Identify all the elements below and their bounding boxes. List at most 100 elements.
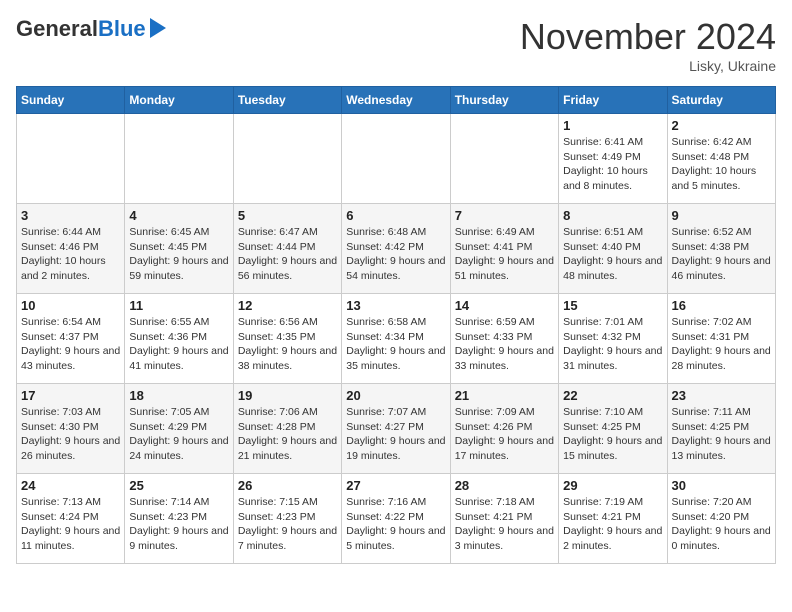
page-header: General Blue November 2024 Lisky, Ukrain… <box>16 16 776 74</box>
calendar-cell: 13 Sunrise: 6:58 AMSunset: 4:34 PMDayligh… <box>342 294 450 384</box>
calendar-cell: 29Sunrise: 7:19 AMSunset: 4:21 PMDayligh… <box>559 474 667 564</box>
calendar-cell: 21 Sunrise: 7:09 AMSunset: 4:26 PMDayligh… <box>450 384 558 474</box>
calendar-header-wednesday: Wednesday <box>342 87 450 114</box>
day-info: Sunrise: 6:55 AMSunset: 4:36 PMDaylight:… <box>129 315 228 374</box>
calendar-cell: 14Sunrise: 6:59 AMSunset: 4:33 PMDayligh… <box>450 294 558 384</box>
day-number: 4 <box>129 208 228 223</box>
calendar-table: SundayMondayTuesdayWednesdayThursdayFrid… <box>16 86 776 564</box>
calendar-header-tuesday: Tuesday <box>233 87 341 114</box>
day-info: Sunrise: 6:44 AMSunset: 4:46 PMDaylight:… <box>21 225 120 284</box>
logo-arrow-icon <box>150 18 166 38</box>
day-info: Sunrise: 6:41 AMSunset: 4:49 PMDaylight:… <box>563 135 662 194</box>
calendar-cell: 10 Sunrise: 6:54 AMSunset: 4:37 PMDayligh… <box>17 294 125 384</box>
location-label: Lisky, Ukraine <box>520 58 776 74</box>
day-info: Sunrise: 6:47 AMSunset: 4:44 PMDaylight:… <box>238 225 337 284</box>
day-info: Sunrise: 7:07 AMSunset: 4:27 PMDaylight:… <box>346 405 445 464</box>
calendar-cell: 20 Sunrise: 7:07 AMSunset: 4:27 PMDayligh… <box>342 384 450 474</box>
day-info: Sunrise: 7:01 AMSunset: 4:32 PMDaylight:… <box>563 315 662 374</box>
day-number: 13 <box>346 298 445 313</box>
calendar-cell: 15 Sunrise: 7:01 AMSunset: 4:32 PMDayligh… <box>559 294 667 384</box>
month-year-title: November 2024 <box>520 16 776 58</box>
calendar-cell: 27 Sunrise: 7:16 AMSunset: 4:22 PMDayligh… <box>342 474 450 564</box>
calendar-cell: 25 Sunrise: 7:14 AMSunset: 4:23 PMDayligh… <box>125 474 233 564</box>
day-number: 19 <box>238 388 337 403</box>
day-info: Sunrise: 7:20 AMSunset: 4:20 PMDaylight:… <box>672 495 771 554</box>
day-info: Sunrise: 7:16 AMSunset: 4:22 PMDaylight:… <box>346 495 445 554</box>
calendar-header-thursday: Thursday <box>450 87 558 114</box>
calendar-cell <box>233 114 341 204</box>
day-info: Sunrise: 7:19 AMSunset: 4:21 PMDaylight:… <box>563 495 662 554</box>
day-number: 25 <box>129 478 228 493</box>
calendar-cell: 19 Sunrise: 7:06 AMSunset: 4:28 PMDayligh… <box>233 384 341 474</box>
day-number: 20 <box>346 388 445 403</box>
title-area: November 2024 Lisky, Ukraine <box>520 16 776 74</box>
calendar-header-monday: Monday <box>125 87 233 114</box>
calendar-week-row: 3 Sunrise: 6:44 AMSunset: 4:46 PMDaylight… <box>17 204 776 294</box>
day-info: Sunrise: 6:42 AMSunset: 4:48 PMDaylight:… <box>672 135 771 194</box>
day-info: Sunrise: 7:18 AMSunset: 4:21 PMDaylight:… <box>455 495 554 554</box>
day-info: Sunrise: 6:58 AMSunset: 4:34 PMDaylight:… <box>346 315 445 374</box>
day-number: 7 <box>455 208 554 223</box>
day-info: Sunrise: 6:48 AMSunset: 4:42 PMDaylight:… <box>346 225 445 284</box>
calendar-cell: 5 Sunrise: 6:47 AMSunset: 4:44 PMDaylight… <box>233 204 341 294</box>
calendar-cell: 17Sunrise: 7:03 AMSunset: 4:30 PMDayligh… <box>17 384 125 474</box>
calendar-week-row: 1 Sunrise: 6:41 AMSunset: 4:49 PMDaylight… <box>17 114 776 204</box>
calendar-header-saturday: Saturday <box>667 87 775 114</box>
calendar-week-row: 17Sunrise: 7:03 AMSunset: 4:30 PMDayligh… <box>17 384 776 474</box>
day-number: 9 <box>672 208 771 223</box>
calendar-cell: 11 Sunrise: 6:55 AMSunset: 4:36 PMDayligh… <box>125 294 233 384</box>
day-info: Sunrise: 7:14 AMSunset: 4:23 PMDaylight:… <box>129 495 228 554</box>
day-number: 27 <box>346 478 445 493</box>
day-info: Sunrise: 6:49 AMSunset: 4:41 PMDaylight:… <box>455 225 554 284</box>
calendar-header-row: SundayMondayTuesdayWednesdayThursdayFrid… <box>17 87 776 114</box>
calendar-cell: 1 Sunrise: 6:41 AMSunset: 4:49 PMDaylight… <box>559 114 667 204</box>
calendar-cell <box>450 114 558 204</box>
day-info: Sunrise: 7:05 AMSunset: 4:29 PMDaylight:… <box>129 405 228 464</box>
day-number: 14 <box>455 298 554 313</box>
day-number: 26 <box>238 478 337 493</box>
calendar-cell <box>17 114 125 204</box>
day-number: 28 <box>455 478 554 493</box>
calendar-cell: 3 Sunrise: 6:44 AMSunset: 4:46 PMDaylight… <box>17 204 125 294</box>
calendar-cell: 18Sunrise: 7:05 AMSunset: 4:29 PMDayligh… <box>125 384 233 474</box>
day-number: 1 <box>563 118 662 133</box>
calendar-cell: 4Sunrise: 6:45 AMSunset: 4:45 PMDaylight… <box>125 204 233 294</box>
day-info: Sunrise: 7:13 AMSunset: 4:24 PMDaylight:… <box>21 495 120 554</box>
day-number: 3 <box>21 208 120 223</box>
calendar-header-friday: Friday <box>559 87 667 114</box>
day-number: 11 <box>129 298 228 313</box>
calendar-cell: 8Sunrise: 6:51 AMSunset: 4:40 PMDaylight… <box>559 204 667 294</box>
calendar-cell: 26 Sunrise: 7:15 AMSunset: 4:23 PMDayligh… <box>233 474 341 564</box>
day-number: 6 <box>346 208 445 223</box>
day-info: Sunrise: 7:06 AMSunset: 4:28 PMDaylight:… <box>238 405 337 464</box>
day-info: Sunrise: 6:54 AMSunset: 4:37 PMDaylight:… <box>21 315 120 374</box>
day-number: 23 <box>672 388 771 403</box>
calendar-cell: 12 Sunrise: 6:56 AMSunset: 4:35 PMDayligh… <box>233 294 341 384</box>
calendar-week-row: 10 Sunrise: 6:54 AMSunset: 4:37 PMDayligh… <box>17 294 776 384</box>
day-number: 21 <box>455 388 554 403</box>
day-info: Sunrise: 7:15 AMSunset: 4:23 PMDaylight:… <box>238 495 337 554</box>
day-info: Sunrise: 6:56 AMSunset: 4:35 PMDaylight:… <box>238 315 337 374</box>
day-number: 5 <box>238 208 337 223</box>
day-number: 30 <box>672 478 771 493</box>
day-number: 24 <box>21 478 120 493</box>
day-info: Sunrise: 6:52 AMSunset: 4:38 PMDaylight:… <box>672 225 771 284</box>
calendar-cell: 16 Sunrise: 7:02 AMSunset: 4:31 PMDayligh… <box>667 294 775 384</box>
calendar-cell: 7 Sunrise: 6:49 AMSunset: 4:41 PMDaylight… <box>450 204 558 294</box>
day-number: 12 <box>238 298 337 313</box>
day-info: Sunrise: 7:09 AMSunset: 4:26 PMDaylight:… <box>455 405 554 464</box>
day-number: 15 <box>563 298 662 313</box>
calendar-cell <box>342 114 450 204</box>
day-info: Sunrise: 7:03 AMSunset: 4:30 PMDaylight:… <box>21 405 120 464</box>
day-number: 10 <box>21 298 120 313</box>
day-info: Sunrise: 7:02 AMSunset: 4:31 PMDaylight:… <box>672 315 771 374</box>
calendar-cell: 9 Sunrise: 6:52 AMSunset: 4:38 PMDaylight… <box>667 204 775 294</box>
day-number: 16 <box>672 298 771 313</box>
day-number: 2 <box>672 118 771 133</box>
calendar-cell: 28 Sunrise: 7:18 AMSunset: 4:21 PMDayligh… <box>450 474 558 564</box>
logo: General Blue <box>16 16 166 42</box>
calendar-cell <box>125 114 233 204</box>
day-info: Sunrise: 7:10 AMSunset: 4:25 PMDaylight:… <box>563 405 662 464</box>
calendar-cell: 2 Sunrise: 6:42 AMSunset: 4:48 PMDaylight… <box>667 114 775 204</box>
calendar-cell: 24 Sunrise: 7:13 AMSunset: 4:24 PMDayligh… <box>17 474 125 564</box>
